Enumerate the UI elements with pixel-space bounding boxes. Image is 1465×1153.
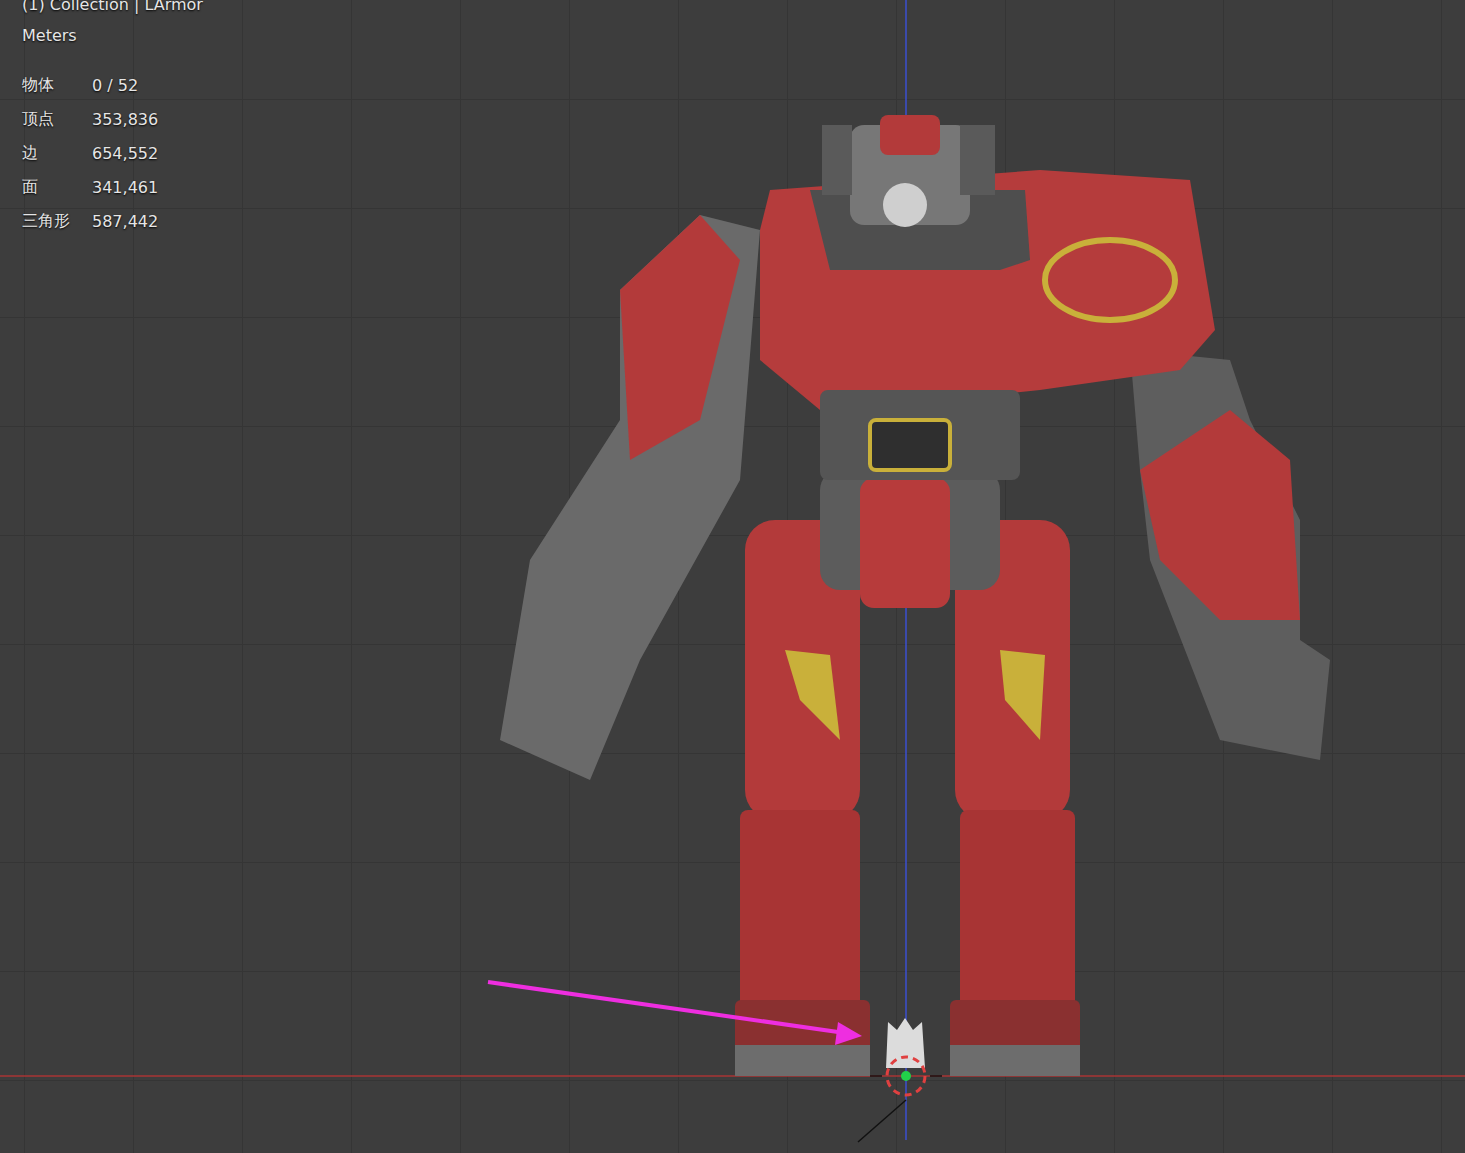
scene[interactable] bbox=[0, 0, 1465, 1153]
stat-label: 顶点 bbox=[22, 109, 92, 130]
stat-label: 三角形 bbox=[22, 211, 92, 232]
3d-cursor-icon[interactable] bbox=[858, 1057, 942, 1142]
stat-row: 三角形 587,442 bbox=[22, 204, 203, 238]
robot-model[interactable] bbox=[500, 115, 1330, 1076]
stat-value: 341,461 bbox=[92, 178, 203, 197]
stat-label: 边 bbox=[22, 143, 92, 164]
annotation-arrow bbox=[488, 982, 862, 1045]
3d-viewport[interactable]: (1) Collection | LArmor Meters 物体 0 / 52… bbox=[0, 0, 1465, 1153]
stat-value: 654,552 bbox=[92, 144, 203, 163]
collection-header: (1) Collection | LArmor bbox=[22, 0, 203, 14]
statistics: 物体 0 / 52顶点 353,836边 654,552面 341,461三角形… bbox=[22, 68, 203, 238]
stat-row: 顶点 353,836 bbox=[22, 102, 203, 136]
stat-value: 587,442 bbox=[92, 212, 203, 231]
stat-row: 面 341,461 bbox=[22, 170, 203, 204]
viewport-overlay: (1) Collection | LArmor Meters 物体 0 / 52… bbox=[22, 0, 203, 238]
x-axis bbox=[0, 1075, 1465, 1077]
stat-label: 面 bbox=[22, 177, 92, 198]
stat-row: 物体 0 / 52 bbox=[22, 68, 203, 102]
stat-value: 353,836 bbox=[92, 110, 203, 129]
stat-row: 边 654,552 bbox=[22, 136, 203, 170]
stat-value: 0 / 52 bbox=[92, 76, 203, 95]
units-label: Meters bbox=[22, 24, 203, 48]
stat-label: 物体 bbox=[22, 75, 92, 96]
